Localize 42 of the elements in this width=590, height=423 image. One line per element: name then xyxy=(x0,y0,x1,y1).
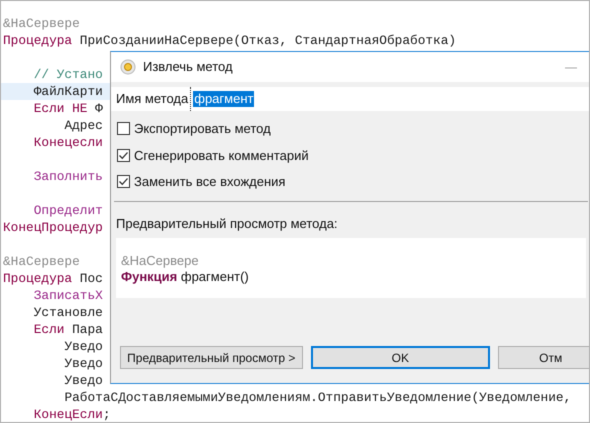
checked-checkbox[interactable] xyxy=(117,175,130,188)
dialog-button[interactable]: OK xyxy=(310,346,490,369)
code-text: Уведо xyxy=(64,338,103,355)
checkmark-icon xyxy=(118,176,129,188)
code-text: Адрес xyxy=(64,117,103,134)
code-text: ЗаписатьХ xyxy=(34,287,103,304)
code-text: Пара xyxy=(71,321,103,338)
checkbox[interactable] xyxy=(117,122,130,136)
code-text: Ф xyxy=(94,100,103,117)
code-text: Уведо xyxy=(64,355,103,372)
code-text: Процедура xyxy=(3,32,72,49)
code-text: ФайлКарти xyxy=(34,83,103,100)
option-label: Сгенерировать комментарий xyxy=(134,146,309,165)
code-text: ; xyxy=(102,406,111,422)
code-text: ПриСозданииНаСервере(Отказ, СтандартнаяОбработка) xyxy=(78,32,456,49)
preview-text: &НаСервере xyxy=(121,253,200,269)
code-text: Пос xyxy=(78,270,103,287)
name-label: Имя метода xyxy=(111,87,190,111)
code-text: Определит xyxy=(34,202,103,219)
code-text: Заполнить xyxy=(34,168,103,185)
checked-checkbox[interactable] xyxy=(117,148,130,162)
method-name-field[interactable]: фрагмент xyxy=(190,87,589,111)
code-text: &НаСервере xyxy=(3,15,80,32)
code-text: Конецесли xyxy=(34,134,103,151)
code-text: &НаСервере xyxy=(3,253,80,270)
option-label: Экспортировать метод xyxy=(134,120,271,138)
preview-text: Функция фрагмент() xyxy=(121,269,250,285)
dialog-button[interactable]: Отм xyxy=(498,346,589,369)
code-text: // Устано xyxy=(34,66,103,83)
dialog-button[interactable]: Предварительный просмотр > xyxy=(120,346,303,369)
preview-label: Предварительный просмотр метода: xyxy=(115,214,339,233)
code-text: КонецПроцедур xyxy=(3,219,103,236)
code-text: Уведо xyxy=(64,372,103,389)
option-label: Заменить все вхождения xyxy=(134,173,286,191)
code-text: Если xyxy=(34,321,64,338)
code-text: КонецЕсли xyxy=(34,406,103,422)
code-text: Процедура xyxy=(3,270,72,287)
checkmark-icon xyxy=(118,150,129,161)
dialog-title: Извлечь метод xyxy=(143,58,233,76)
code-text: РаботаСДоставляемымиУведомлениям.ОтправитьУведомление(Уведомление, xyxy=(64,389,572,406)
code-text: Если НЕ xyxy=(34,100,88,117)
code-text: Установле xyxy=(34,304,103,321)
